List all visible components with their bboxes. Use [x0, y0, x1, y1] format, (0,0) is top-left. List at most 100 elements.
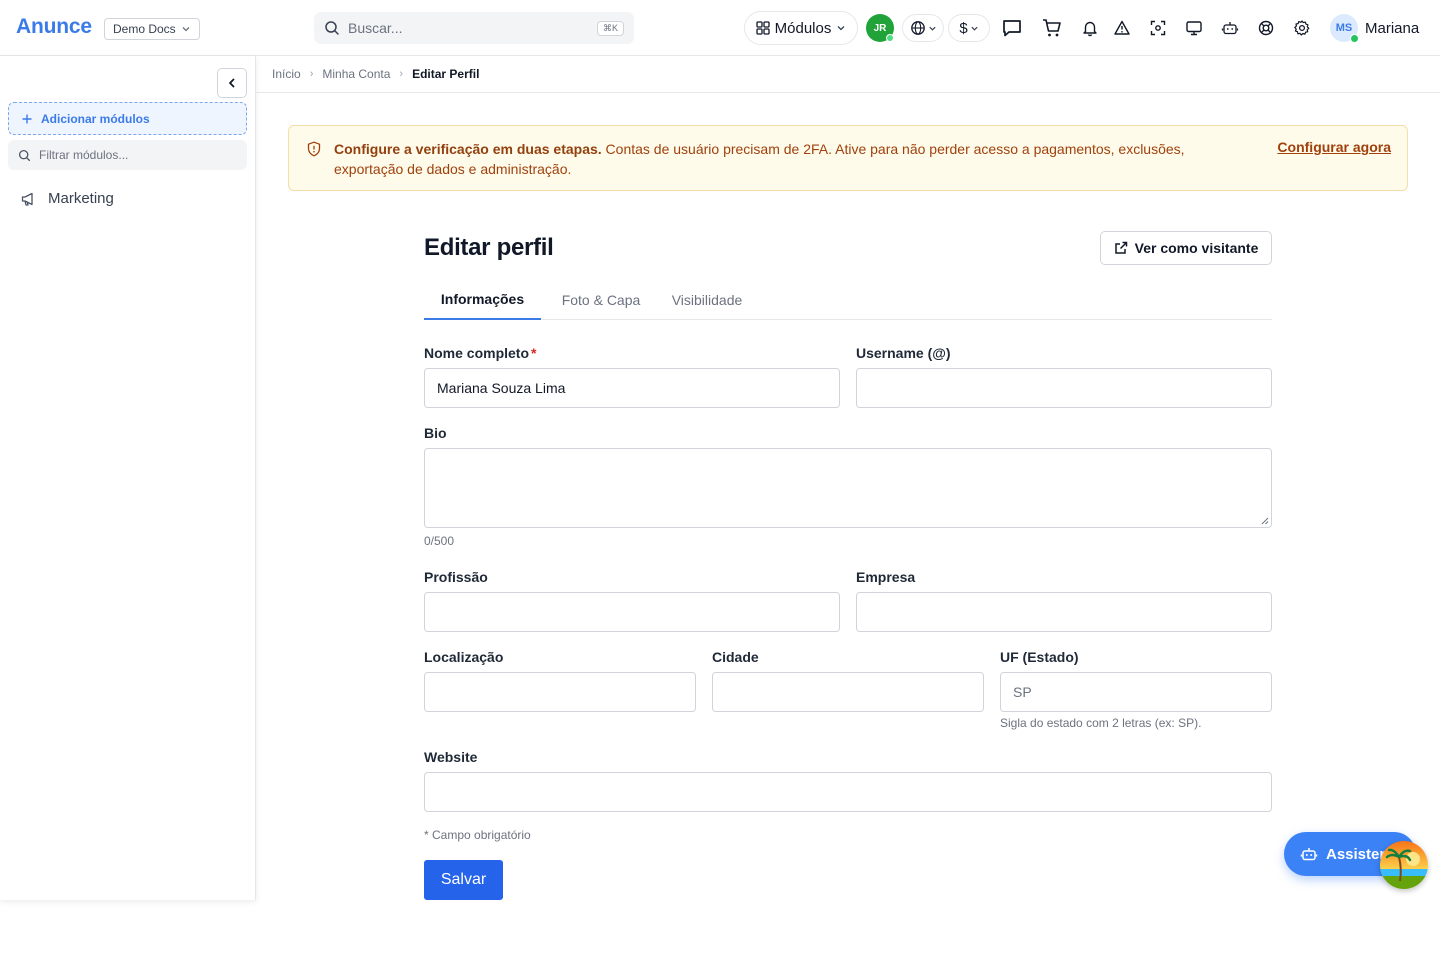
website-label: Website — [424, 749, 478, 765]
profession-label: Profissão — [424, 569, 488, 585]
required-marker: * — [531, 345, 537, 361]
search-bar[interactable]: Buscar... ⌘K — [314, 12, 634, 44]
palm-beach-icon — [1380, 841, 1428, 889]
user-name: Mariana — [1365, 19, 1420, 37]
configure-now-link[interactable]: Configurar agora — [1277, 139, 1391, 155]
bell-icon — [1083, 21, 1097, 37]
breadcrumb: Início › Minha Conta › Editar Perfil — [256, 56, 1440, 93]
monitor-icon — [1186, 21, 1202, 36]
avatar-jr[interactable]: JR — [866, 14, 894, 42]
search-icon — [18, 149, 31, 161]
plus-icon — [22, 114, 32, 123]
alerts-button[interactable] — [1110, 16, 1134, 40]
two-factor-alert: Configure a verificação em duas etapas. … — [288, 125, 1408, 191]
bio-counter: 0/500 — [424, 534, 455, 548]
cart-button[interactable] — [1040, 16, 1064, 40]
view-as-visitor-label: Ver como visitante — [1134, 240, 1259, 256]
megaphone-icon — [21, 192, 33, 206]
sidebar: Adicionar módulos Filtrar módulos... Mar… — [0, 56, 256, 900]
external-link-icon — [1114, 241, 1127, 254]
grid-icon — [755, 21, 770, 35]
modules-button[interactable]: Módulos — [744, 11, 858, 45]
profile-tabs: Informações Foto & Capa Visibilidade — [424, 280, 1272, 320]
alert-title: Configure a verificação em duas etapas. — [334, 141, 602, 157]
bot-button[interactable] — [1218, 16, 1242, 40]
user-menu[interactable]: MS Mariana — [1330, 14, 1420, 43]
state-input[interactable]: SP — [1000, 672, 1272, 712]
required-field-note: * Campo obrigatório — [424, 828, 531, 842]
bot-icon — [1221, 22, 1239, 35]
city-input[interactable] — [712, 672, 984, 712]
beach-avatar[interactable] — [1380, 841, 1428, 889]
tab-informacoes[interactable]: Informações — [424, 280, 541, 320]
search-input[interactable]: Buscar... — [348, 20, 589, 36]
company-label: Empresa — [856, 569, 916, 585]
help-button[interactable] — [1254, 16, 1278, 40]
globe-icon — [910, 21, 925, 35]
shield-alert-icon — [307, 141, 321, 157]
full-name-label: Nome completo * — [424, 345, 536, 361]
save-button[interactable]: Salvar — [424, 860, 503, 900]
breadcrumb-current: Editar Perfil — [412, 67, 480, 81]
language-button[interactable] — [902, 14, 944, 42]
state-hint: Sigla do estado com 2 letras (ex: SP). — [1000, 716, 1202, 730]
scan-button[interactable] — [1146, 16, 1170, 40]
location-label: Localização — [424, 649, 504, 665]
location-input[interactable] — [424, 672, 696, 712]
chevron-down-icon — [837, 26, 845, 31]
sidebar-item-label: Marketing — [48, 190, 114, 207]
top-bar: Anunce Demo Docs Buscar... ⌘K Módulos JR… — [0, 0, 1440, 56]
alert-message: Configure a verificação em duas etapas. … — [334, 139, 1244, 179]
currency-button[interactable]: $ — [948, 14, 990, 42]
filter-modules-input[interactable]: Filtrar módulos... — [8, 140, 247, 170]
sidebar-item-marketing[interactable]: Marketing — [20, 190, 114, 207]
gear-icon — [1294, 20, 1310, 36]
display-button[interactable] — [1182, 16, 1206, 40]
notifications-button[interactable] — [1078, 16, 1102, 40]
modules-label: Módulos — [774, 19, 832, 37]
company-input[interactable] — [856, 592, 1272, 632]
chevron-down-icon — [928, 26, 936, 31]
resize-handle-icon[interactable] — [1261, 517, 1269, 525]
alert-triangle-icon — [1114, 20, 1130, 35]
org-select[interactable]: Demo Docs — [104, 18, 200, 40]
scan-icon — [1150, 20, 1166, 36]
brand-logo[interactable]: Anunce — [16, 15, 92, 39]
online-indicator — [1350, 34, 1359, 43]
message-square-icon — [1003, 20, 1021, 37]
add-modules-button[interactable]: Adicionar módulos — [8, 102, 247, 135]
chevron-right-icon: › — [309, 68, 314, 80]
lifebuoy-icon — [1258, 20, 1274, 36]
shopping-cart-icon — [1043, 19, 1061, 37]
bot-icon — [1300, 848, 1318, 861]
filter-modules-placeholder: Filtrar módulos... — [39, 148, 129, 162]
bio-textarea[interactable] — [424, 448, 1272, 528]
chevron-down-icon — [971, 26, 978, 31]
view-as-visitor-button[interactable]: Ver como visitante — [1100, 231, 1272, 265]
chevron-left-icon — [229, 78, 235, 88]
search-shortcut: ⌘K — [596, 20, 624, 36]
website-input[interactable] — [424, 772, 1272, 812]
breadcrumb-home[interactable]: Início — [272, 67, 301, 81]
bio-label: Bio — [424, 425, 447, 441]
full-name-input[interactable]: Mariana Souza Lima — [424, 368, 840, 408]
profession-input[interactable] — [424, 592, 840, 632]
settings-button[interactable] — [1290, 16, 1314, 40]
username-input[interactable] — [856, 368, 1272, 408]
avatar: MS — [1330, 14, 1359, 43]
tab-visibilidade[interactable]: Visibilidade — [660, 280, 754, 320]
city-label: Cidade — [712, 649, 759, 665]
messages-button[interactable] — [1000, 16, 1024, 40]
online-indicator — [886, 34, 894, 42]
currency-symbol: $ — [959, 19, 968, 37]
add-modules-label: Adicionar módulos — [41, 111, 150, 126]
avatar-initials: MS — [1335, 22, 1353, 34]
collapse-sidebar-button[interactable] — [217, 68, 247, 98]
full-name-label-text: Nome completo — [424, 345, 530, 361]
state-label: UF (Estado) — [1000, 649, 1079, 665]
org-select-label: Demo Docs — [113, 22, 176, 36]
tab-foto-capa[interactable]: Foto & Capa — [550, 280, 652, 320]
username-label: Username (@) — [856, 345, 951, 361]
breadcrumb-account[interactable]: Minha Conta — [322, 67, 390, 81]
avatar-jr-initials: JR — [873, 22, 887, 34]
